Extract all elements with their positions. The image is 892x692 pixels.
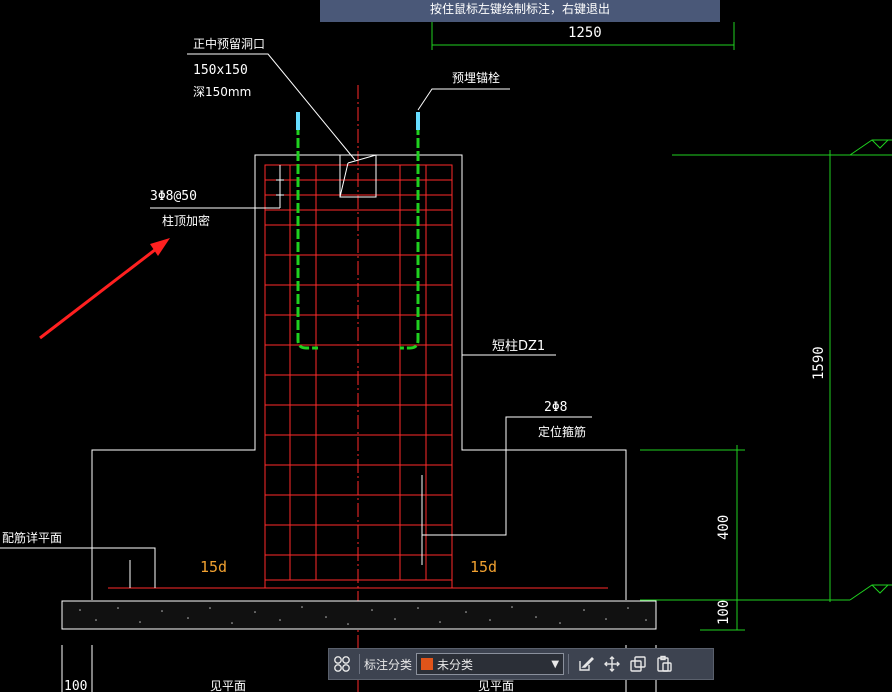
copy-button[interactable] <box>625 651 651 677</box>
chevron-down-icon: ▼ <box>551 658 560 670</box>
label-bottom-left: 见平面 <box>210 679 246 692</box>
category-label: 标注分类 <box>364 657 413 672</box>
dim-top-text: 1250 <box>568 25 602 41</box>
label-stirrup-spec: 3Φ8@50 <box>150 189 197 204</box>
edit-button[interactable] <box>573 651 599 677</box>
label-position-bar-note: 定位箍筋 <box>538 424 586 439</box>
category-value: 未分类 <box>437 657 474 672</box>
label-column: 短柱DZ1 <box>492 339 545 354</box>
label-opening-title: 正中预留洞口 <box>193 36 265 51</box>
paste-button[interactable] <box>651 651 677 677</box>
label-anchor-bolt: 预埋锚栓 <box>452 70 500 85</box>
hint-banner: 按住鼠标左键绘制标注，右键退出 <box>320 0 720 22</box>
paste-icon <box>657 655 672 672</box>
hint-text: 按住鼠标左键绘制标注，右键退出 <box>429 2 610 16</box>
label-opening-depth: 深150mm <box>193 85 251 99</box>
category-select[interactable]: 未分类 ▼ <box>416 653 565 675</box>
dim-right-total-text: 1590 <box>811 346 827 380</box>
toolbar-divider <box>359 654 360 674</box>
grid-button[interactable] <box>329 651 355 677</box>
label-15d-right: 15d <box>470 558 497 576</box>
label-position-bar-spec: 2Φ8 <box>544 400 567 415</box>
toolbar-divider <box>568 654 570 674</box>
leader-lines <box>0 53 592 588</box>
right-dimension <box>640 139 892 631</box>
move-icon <box>604 656 621 672</box>
dim-right-low-text: 100 <box>716 600 732 625</box>
dim-bottom-left-text: 100 <box>64 679 87 692</box>
category-color-swatch <box>421 658 434 670</box>
annotation-toolbar: 标注分类 未分类 ▼ <box>328 648 714 680</box>
label-15d-left: 15d <box>200 558 227 576</box>
label-opening-size: 150x150 <box>193 63 248 78</box>
label-floor: 配筋详平面 <box>2 530 62 545</box>
concrete-pad <box>61 600 657 630</box>
annotation-arrow[interactable] <box>39 238 170 340</box>
move-button[interactable] <box>599 651 625 677</box>
grid-icon <box>334 656 350 672</box>
copy-icon <box>630 656 646 672</box>
edit-icon <box>579 657 595 671</box>
label-stirrup-note: 柱顶加密 <box>162 213 210 228</box>
dim-right-mid-text: 400 <box>716 515 732 540</box>
label-bottom-mid: 见平面 <box>478 679 514 692</box>
cad-canvas[interactable]: 1250 1590 400 100 正中预留洞口 150x150 深150mm … <box>0 0 892 692</box>
